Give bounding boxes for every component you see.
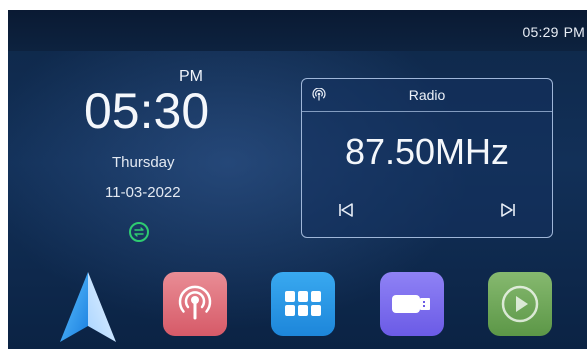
grid-icon: [285, 291, 321, 316]
status-ampm: PM: [563, 24, 585, 40]
device-frame: 05:29 PM PM 05:30 Thursday 11-03-2022 Rad…: [0, 0, 587, 349]
navigation-app-button[interactable]: [52, 266, 124, 346]
usb-drive-icon: [392, 295, 430, 313]
status-time-value: 05:29: [522, 24, 559, 40]
app-dock: [8, 262, 587, 349]
previous-station-button[interactable]: [336, 200, 356, 220]
radio-widget[interactable]: Radio 87.50MHz: [301, 78, 553, 238]
play-icon: [501, 285, 539, 323]
next-station-button[interactable]: [498, 200, 518, 220]
media-player-app-button[interactable]: [488, 272, 552, 336]
navigation-arrow-icon: [60, 272, 116, 342]
all-apps-button[interactable]: [271, 272, 335, 336]
clock-time: 05:30: [84, 83, 210, 139]
swap-icon: [134, 227, 144, 237]
radio-widget-title: Radio: [408, 87, 446, 103]
home-screen: 05:29 PM PM 05:30 Thursday 11-03-2022 Rad…: [8, 10, 587, 349]
radio-broadcast-icon: [178, 285, 212, 320]
radio-app-button[interactable]: [163, 272, 227, 336]
radio-frequency: 87.50MHz: [344, 131, 510, 172]
clock-date: 11-03-2022: [105, 184, 181, 201]
clock-day: Thursday: [112, 154, 175, 171]
usb-app-button[interactable]: [380, 272, 444, 336]
status-bar: 05:29 PM: [8, 10, 587, 51]
radio-widget-header: Radio: [302, 79, 552, 112]
skip-next-icon: [501, 203, 515, 217]
status-clock: 05:29 PM: [523, 24, 585, 40]
skip-previous-icon: [339, 203, 353, 217]
swap-widget-button[interactable]: [129, 222, 149, 242]
